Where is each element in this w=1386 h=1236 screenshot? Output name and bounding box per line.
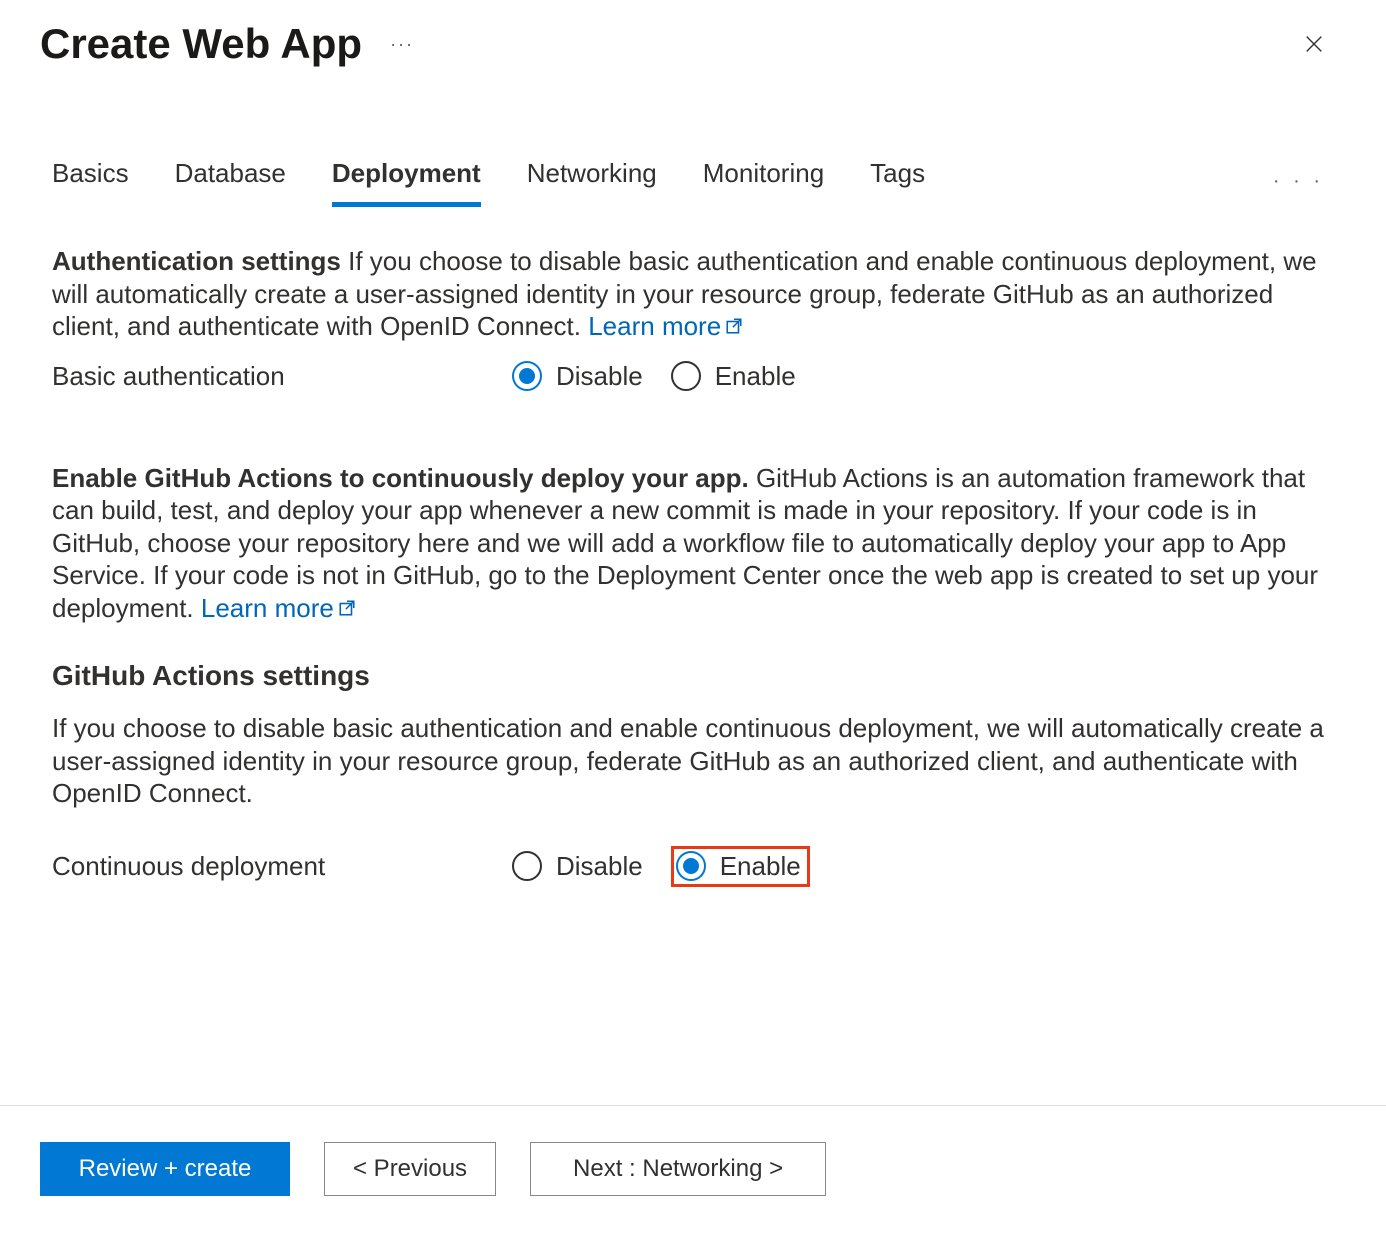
- radio-icon: [676, 851, 706, 881]
- tab-networking[interactable]: Networking: [527, 158, 657, 205]
- external-link-icon: [338, 592, 356, 610]
- tab-database[interactable]: Database: [175, 158, 286, 205]
- radio-icon: [512, 851, 542, 881]
- radio-label: Disable: [556, 361, 643, 392]
- radio-icon: [671, 361, 701, 391]
- page-header: Create Web App ···: [0, 0, 1386, 68]
- previous-button[interactable]: < Previous: [324, 1142, 496, 1196]
- basic-auth-disable-radio[interactable]: Disable: [512, 361, 643, 392]
- continuous-deployment-enable-radio[interactable]: Enable: [676, 851, 801, 882]
- github-learn-more-text: Learn more: [201, 593, 334, 623]
- review-create-button[interactable]: Review + create: [40, 1142, 290, 1196]
- continuous-deployment-row: Continuous deployment Disable Enable: [52, 846, 1334, 887]
- highlight-annotation: Enable: [671, 846, 810, 887]
- tab-tags[interactable]: Tags: [870, 158, 925, 205]
- continuous-deployment-radio-group: Disable Enable: [512, 846, 810, 887]
- gha-settings-body: If you choose to disable basic authentic…: [52, 712, 1334, 810]
- close-icon: [1303, 33, 1325, 55]
- content-area: Authentication settings If you choose to…: [0, 205, 1386, 887]
- tab-deployment[interactable]: Deployment: [332, 158, 481, 205]
- auth-learn-more-link[interactable]: Learn more: [588, 311, 743, 341]
- basic-auth-row: Basic authentication Disable Enable: [52, 361, 1334, 392]
- auth-description: Authentication settings If you choose to…: [52, 245, 1334, 343]
- continuous-deployment-disable-radio[interactable]: Disable: [512, 851, 643, 882]
- radio-label: Enable: [720, 851, 801, 882]
- wizard-tabs: Basics Database Deployment Networking Mo…: [0, 158, 1386, 205]
- auth-heading: Authentication settings: [52, 246, 341, 276]
- tab-monitoring[interactable]: Monitoring: [703, 158, 824, 205]
- github-actions-heading: Enable GitHub Actions to continuously de…: [52, 463, 749, 493]
- title-more-icon[interactable]: ···: [390, 34, 414, 55]
- next-button[interactable]: Next : Networking >: [530, 1142, 826, 1196]
- wizard-footer: Review + create < Previous Next : Networ…: [0, 1105, 1386, 1236]
- gha-settings-heading: GitHub Actions settings: [52, 660, 1334, 692]
- tab-basics[interactable]: Basics: [52, 158, 129, 205]
- radio-label: Enable: [715, 361, 796, 392]
- page-title: Create Web App: [40, 20, 362, 68]
- continuous-deployment-label: Continuous deployment: [52, 851, 512, 882]
- basic-auth-enable-radio[interactable]: Enable: [671, 361, 796, 392]
- basic-auth-radio-group: Disable Enable: [512, 361, 796, 392]
- github-actions-description: Enable GitHub Actions to continuously de…: [52, 462, 1334, 625]
- radio-icon: [512, 361, 542, 391]
- auth-learn-more-text: Learn more: [588, 311, 721, 341]
- tabs-overflow-icon[interactable]: · · ·: [1273, 170, 1334, 193]
- external-link-icon: [725, 310, 743, 328]
- radio-label: Disable: [556, 851, 643, 882]
- github-learn-more-link[interactable]: Learn more: [201, 593, 356, 623]
- close-button[interactable]: [1294, 24, 1334, 64]
- basic-auth-label: Basic authentication: [52, 361, 512, 392]
